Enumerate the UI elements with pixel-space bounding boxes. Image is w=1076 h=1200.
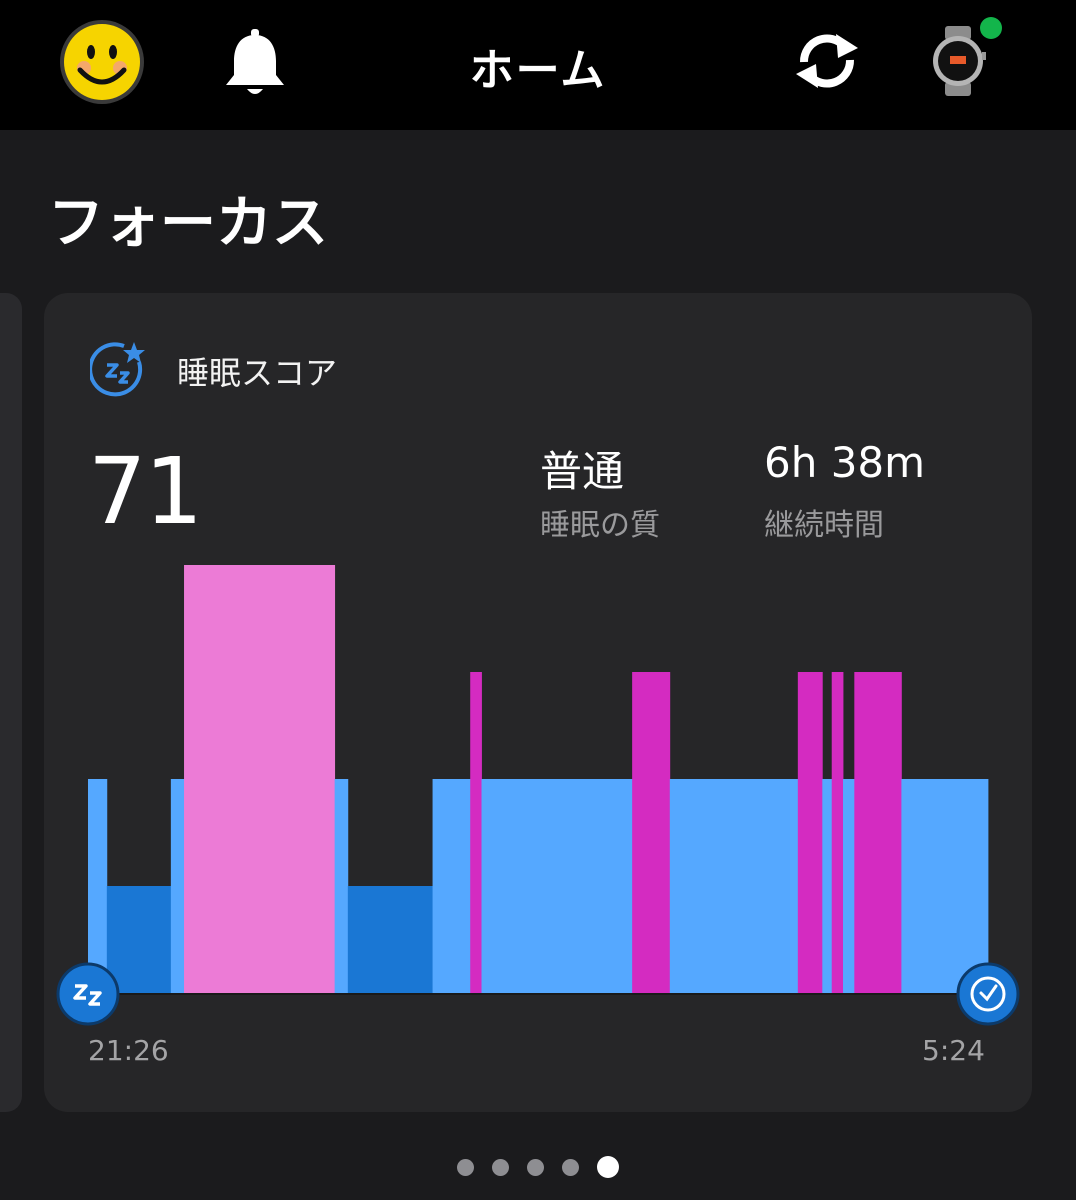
page-dot[interactable] — [562, 1158, 579, 1176]
page-indicator — [0, 1156, 1076, 1178]
sleep-stage-bar-light — [901, 779, 989, 994]
sleep-stage-bar-awake — [470, 672, 482, 994]
sleep-stage-bar-light — [88, 779, 108, 994]
sleep-stage-bar-rem — [184, 565, 336, 994]
page-dot[interactable] — [492, 1158, 509, 1176]
sleep-stage-bar-awake — [797, 672, 823, 994]
sleep-stage-bar-awake — [632, 672, 671, 994]
sleep-stage-bar-light — [481, 779, 633, 994]
sleep-stage-bar-light — [432, 779, 471, 994]
chart-end-time: 5:24 — [922, 1034, 985, 1067]
sleep-stage-bar-light — [822, 779, 833, 994]
sleep-stage-bar-deep — [347, 886, 433, 994]
sleep-zz-icon — [56, 962, 120, 1026]
page-dot[interactable] — [457, 1158, 474, 1176]
sleep-stage-bar-light — [843, 779, 855, 994]
sleep-stage-chart — [56, 565, 1020, 1026]
page-dot-active[interactable] — [597, 1156, 619, 1178]
chart-start-time: 21:26 — [88, 1034, 169, 1067]
sleep-stage-bar-awake — [831, 672, 844, 994]
page-dot[interactable] — [527, 1158, 544, 1176]
clock-icon — [956, 962, 1020, 1026]
sleep-stage-bar-light — [170, 779, 185, 994]
sleep-stage-bar-awake — [854, 672, 902, 994]
sleep-stage-bar-light — [669, 779, 799, 994]
sleep-stage-bar-light — [334, 779, 349, 994]
sleep-stage-bar-deep — [106, 886, 172, 994]
